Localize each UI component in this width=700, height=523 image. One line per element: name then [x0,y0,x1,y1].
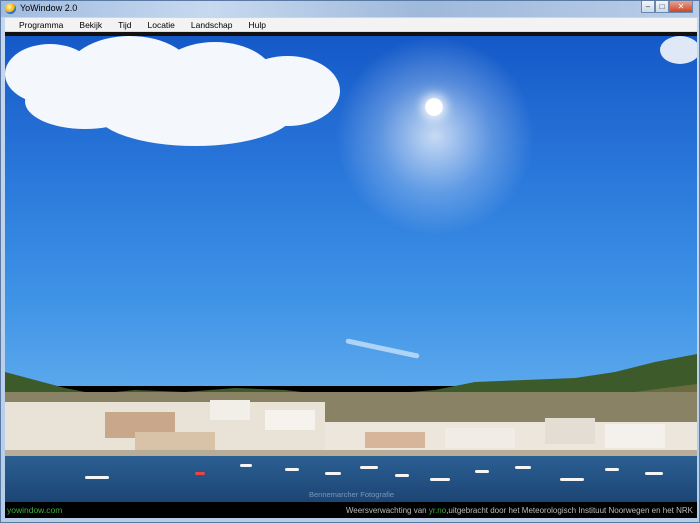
menu-locatie[interactable]: Locatie [147,20,174,30]
forecast-prefix: Weersverwachting van [345,505,429,515]
menu-bekijk[interactable]: Bekijk [79,20,102,30]
forecast-attribution: Weersverwachting van yr.no,uitgebracht d… [346,506,693,515]
menu-hulp[interactable]: Hulp [249,20,266,30]
title-bar[interactable]: YoWindow 2.0 – □ ✕ [1,1,699,17]
maximize-button[interactable]: □ [655,1,669,13]
yowindow-site-link[interactable]: yowindow.com [7,505,62,515]
yr-no-link[interactable]: yr.no [429,506,446,515]
coastal-town [5,392,697,458]
minimize-button[interactable]: – [641,1,655,13]
sun-icon [425,98,443,116]
app-window: YoWindow 2.0 – □ ✕ Programma Bekijk Tijd… [0,0,700,523]
close-button[interactable]: ✕ [669,1,693,13]
menu-bar: Programma Bekijk Tijd Locatie Landschap … [5,18,697,32]
window-title: YoWindow 2.0 [20,3,78,13]
photo-credit: Bennemarcher Fotografie [309,490,395,499]
menu-tijd[interactable]: Tijd [118,20,131,30]
menu-landschap[interactable]: Landschap [191,20,233,30]
sun-glow [335,36,535,236]
window-controls: – □ ✕ [641,1,693,13]
forecast-suffix: ,uitgebracht door het Meteorologisch Ins… [446,505,693,515]
weather-scene[interactable]: Bennemarcher Fotografie yowindow.com Wee… [5,32,697,518]
menu-programma[interactable]: Programma [19,20,63,30]
yowindow-app-icon[interactable] [5,3,16,14]
status-bar: yowindow.com Weersverwachting van yr.no,… [5,502,697,518]
